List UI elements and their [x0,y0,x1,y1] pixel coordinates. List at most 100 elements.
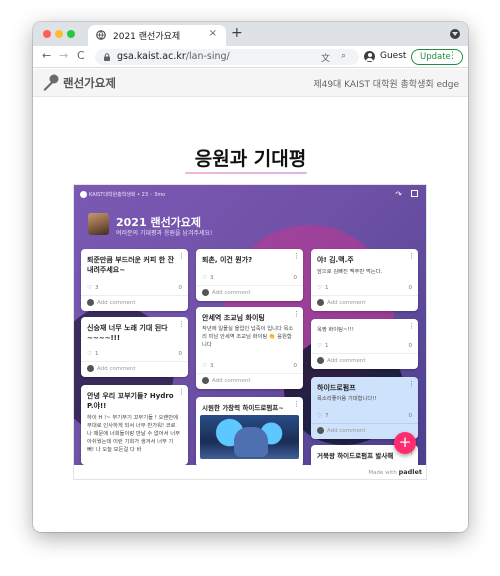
heart-icon[interactable]: ♡ [317,343,322,349]
post-body: 작년에 일몰실 올업인 넙죽이 입니다 목소리 미남 안세역 조교님 화이팅 👏… [202,326,294,348]
title-bar: 2021 랜선가요제 × + [33,22,468,46]
post-menu-icon[interactable]: ⋮ [178,388,185,396]
update-button[interactable]: Update ⋮ [411,49,463,65]
minimize-window-button[interactable] [55,30,63,38]
made-with-padlet[interactable]: Made with padlet [368,468,422,476]
close-window-button[interactable] [43,30,51,38]
browser-window: 2021 랜선가요제 × + ← → C gsa.kaist.ac.kr/lan… [33,22,468,532]
padlet-footer: Made with padlet [74,465,426,479]
post-menu-icon[interactable]: ⋮ [293,252,300,260]
translate-icon[interactable]: 文 [321,51,330,64]
post-body: 옥짱 화이팅~!!! [317,327,354,333]
post-card[interactable]: 옥짱 화이팅~!!! ⋮ ♡ 1 0 Add comment [311,319,418,369]
like-count: 3 [95,285,99,291]
site-title[interactable]: 랜선가요제 [63,75,116,91]
divider [196,373,303,374]
post-title: 거북왕 하이드로펌프 발사해 [317,452,394,460]
share-icon[interactable]: ↷ [395,190,402,199]
user-avatar [317,299,324,306]
heart-icon[interactable]: ♡ [202,275,207,281]
page-title: 응원과 기대평 [194,148,307,170]
tab-close-icon[interactable]: × [209,28,217,39]
user-avatar [317,357,324,364]
padlet-brand: padlet [398,468,422,476]
user-avatar [202,377,209,384]
address-bar[interactable]: gsa.kaist.ac.kr/lan-sing/ 文 ⌕ [95,49,359,65]
post-card[interactable]: 신승재 너무 노래 기대 된다 ~~~~!!! ⋮ ♡ 1 0 Add commen… [81,317,188,377]
add-comment[interactable]: Add comment [87,365,136,372]
like-count: 3 [210,275,214,281]
reload-button[interactable]: C [77,49,85,62]
comment-count: 0 [408,343,413,349]
padlet-description: 여러분의 기대평과 응원을 남겨주세요! [116,230,213,237]
user-avatar [87,299,94,306]
post-reactions: ♡ 1 0 [317,285,412,294]
heart-icon[interactable]: ♡ [87,351,92,357]
author-avatar [80,191,87,198]
forward-button[interactable]: → [59,49,68,62]
back-button[interactable]: ← [42,49,51,62]
zoom-icon[interactable]: ⌕ [341,51,346,61]
add-comment[interactable]: Add comment [317,299,366,306]
add-comment[interactable]: Add comment [202,377,251,384]
post-menu-icon[interactable]: ⋮ [408,252,415,260]
post-menu-icon[interactable]: ⋮ [178,320,185,328]
post-card[interactable]: 퇴촌, 이건 뭔가? ⋮ ♡ 3 0 Add comment [196,249,303,301]
post-title: 하이드로펌프 [317,384,356,392]
add-comment[interactable]: Add comment [202,289,251,296]
main-content: 응원과 기대평 KAIST대학원총학생회 • 23 ◦ 3mo ↷ 2021 랜… [33,98,468,532]
add-comment-label: Add comment [97,300,136,306]
post-card[interactable]: 시원한 가창력 하이드로펌프~ ⋮ [196,397,303,467]
browser-tab[interactable]: 2021 랜선가요제 × [88,25,226,46]
site-header: 랜선가요제 제49대 KAIST 대학원 총학생회 edge [33,69,468,97]
add-comment[interactable]: Add comment [87,299,136,306]
url-text: gsa.kaist.ac.kr/lan-sing/ [117,51,230,62]
heart-icon[interactable]: ♡ [202,363,207,369]
maximize-window-button[interactable] [67,30,75,38]
add-comment-label: Add comment [327,358,366,364]
post-menu-icon[interactable]: ⋮ [293,310,300,318]
user-avatar [317,427,324,434]
like-count: 3 [210,363,214,369]
update-label: Update [420,52,451,62]
comment-count: 0 [178,351,183,357]
post-title: 퇴준만큼 부드러운 커피 한 잔 내려주세요~ [87,256,175,274]
padlet-embed[interactable]: KAIST대학원총학생회 • 23 ◦ 3mo ↷ 2021 랜선가요제 여러분… [73,184,427,480]
tab-search-icon[interactable] [450,29,460,39]
post-menu-icon[interactable]: ⋮ [178,252,185,260]
add-post-button[interactable]: + [394,432,416,454]
heart-icon[interactable]: ♡ [87,285,92,291]
post-reactions: ♡ 3 0 [87,285,182,294]
blastoise-figure [234,427,268,457]
add-comment[interactable]: Add comment [317,427,366,434]
kebab-menu-icon[interactable]: ⋮ [448,51,457,61]
microphone-logo-icon[interactable] [41,73,61,93]
expand-icon[interactable] [411,190,418,197]
add-comment-label: Add comment [212,378,251,384]
site-subtitle: 제49대 KAIST 대학원 총학생회 edge [313,80,459,90]
heart-icon[interactable]: ♡ [317,413,322,419]
post-menu-icon[interactable]: ⋮ [408,322,415,330]
post-title: 안녕 우리 꼬부기들? Hydro P.야!! [87,392,174,410]
profile-label[interactable]: Guest [380,51,406,61]
comment-count: 0 [293,363,298,369]
divider [196,285,303,286]
post-menu-icon[interactable]: ⋮ [293,400,300,408]
post-menu-icon[interactable]: ⋮ [408,380,415,388]
post-card[interactable]: 퇴준만큼 부드러운 커피 한 잔 내려주세요~ ⋮ ♡ 3 0 Add commen… [81,249,188,311]
divider [81,361,188,362]
post-card[interactable]: 안녕 우리 꼬부기들? Hydro P.야!! ⋮ 하이 H !~ 부기부기 꼬… [81,385,188,465]
post-card[interactable]: 하이드로펌프 ⋮ 목소리좋아용 기대합니다!! ♡ 7 0 Add comment [311,377,418,439]
made-with-label: Made with [368,470,397,476]
lock-icon[interactable] [103,53,111,61]
add-comment-label: Add comment [212,290,251,296]
post-card[interactable]: 야! 김.맥.주 ⋮ 앞으로 김빠진 맥주만 먹는다. ♡ 1 0 Add comm… [311,249,418,311]
post-card[interactable]: 안세역 조교님 화이팅 ⋮ 작년에 일몰실 올업인 넙죽이 입니다 목소리 미남… [196,307,303,389]
divider [311,295,418,296]
heart-icon[interactable]: ♡ [317,285,322,291]
add-comment[interactable]: Add comment [317,357,366,364]
padlet-meta: KAIST대학원총학생회 • 23 ◦ 3mo [89,192,166,198]
new-tab-button[interactable]: + [231,25,243,41]
post-reactions: ♡ 3 0 [202,363,297,372]
profile-icon[interactable] [364,51,375,62]
